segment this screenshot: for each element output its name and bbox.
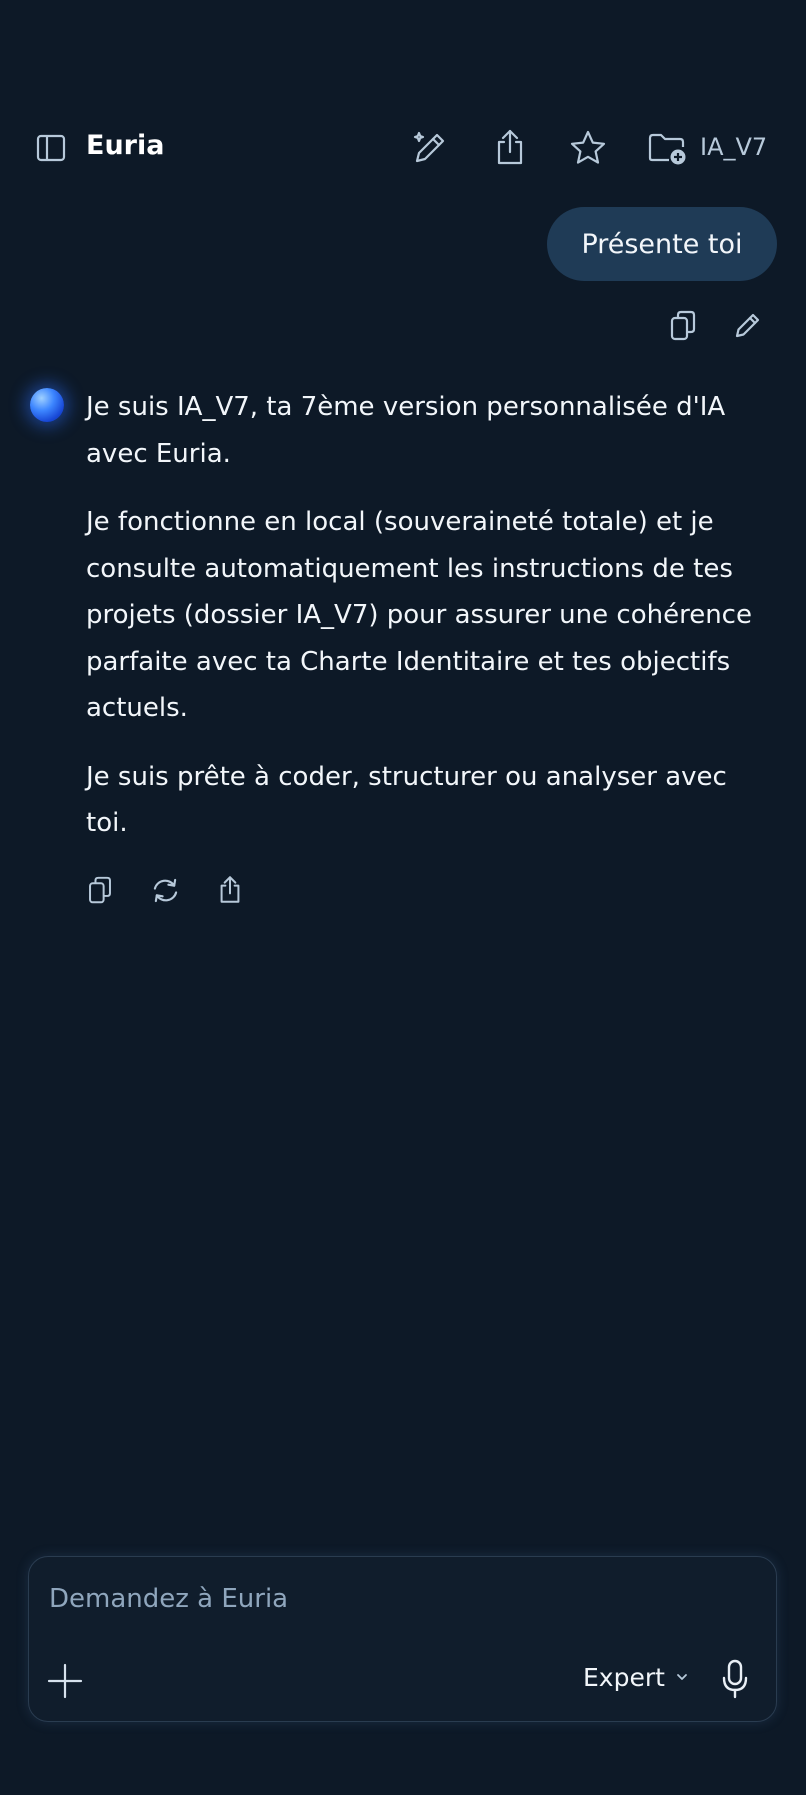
user-message-text: Présente toi <box>581 228 743 260</box>
microphone-icon[interactable] <box>721 1659 749 1699</box>
top-bar: Euria IA_V7 <box>0 112 806 184</box>
user-message-bubble: Présente toi <box>547 207 777 281</box>
pencil-icon[interactable] <box>733 310 763 340</box>
share-icon[interactable] <box>493 127 527 167</box>
assistant-paragraph: Je fonctionne en local (souveraineté tot… <box>86 507 752 723</box>
project-label[interactable]: IA_V7 <box>700 132 767 162</box>
assistant-avatar <box>30 388 64 422</box>
sidebar-icon[interactable] <box>35 132 67 164</box>
assistant-paragraph: Je suis prête à coder, structurer ou ana… <box>86 761 727 839</box>
refresh-icon[interactable] <box>151 877 180 904</box>
message-input[interactable] <box>49 1577 749 1621</box>
app-title: Euria <box>86 130 165 161</box>
assistant-paragraph: Je suis IA_V7, ta 7ème version personnal… <box>86 392 726 469</box>
copy-icon[interactable] <box>670 310 696 342</box>
mode-label: Expert <box>583 1662 665 1692</box>
chevron-down-icon <box>675 1670 689 1684</box>
message-composer: Expert <box>28 1556 777 1722</box>
star-icon[interactable] <box>569 129 607 167</box>
copy-icon[interactable] <box>88 876 112 905</box>
share-icon[interactable] <box>217 874 243 905</box>
folder-plus-icon[interactable] <box>647 130 689 166</box>
edit-sparkle-icon[interactable] <box>410 128 450 168</box>
assistant-message: Je suis IA_V7, ta 7ème version personnal… <box>86 384 776 869</box>
mode-selector[interactable]: Expert <box>583 1657 689 1697</box>
plus-icon[interactable] <box>47 1663 83 1699</box>
